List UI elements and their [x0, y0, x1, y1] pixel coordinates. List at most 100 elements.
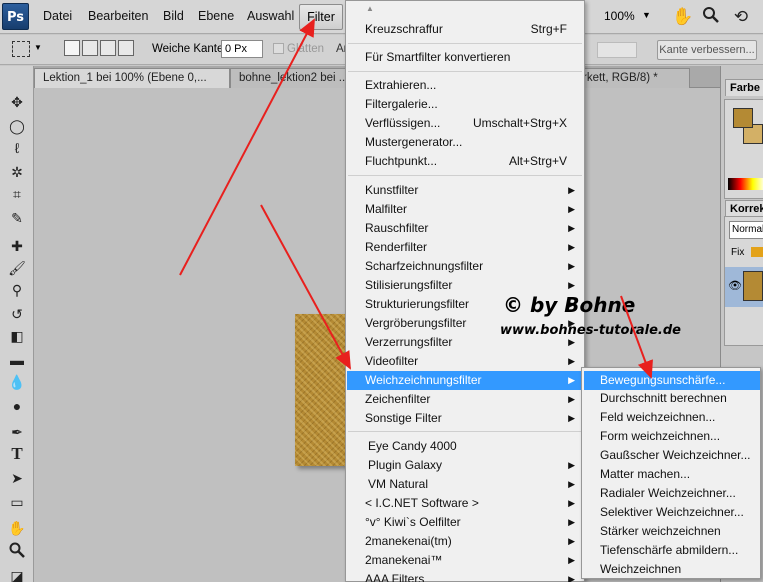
smooth-checkbox[interactable] [273, 43, 284, 54]
menu-item-renderfilter[interactable]: Renderfilter ▶ [347, 238, 583, 257]
subtract-selection-icon[interactable] [100, 40, 116, 56]
color-spectrum[interactable] [728, 178, 763, 190]
stamp-icon[interactable]: ⚲ [6, 280, 28, 300]
marquee-tool-icon[interactable]: ◯ [6, 116, 28, 136]
menu-item-kiwis-oelfilter[interactable]: °v° Kiwi`s Oelfilter ▶ [347, 513, 583, 532]
menu-filter[interactable]: Filter [299, 4, 343, 30]
blur-tool-icon[interactable]: 💧 [6, 372, 28, 392]
menu-item-plugin-galaxy[interactable]: Plugin Galaxy ▶ [347, 456, 583, 475]
submenu-item-gaussscher-weichzeichner[interactable]: Gaußscher Weichzeichner... [584, 446, 760, 465]
menu-item-label: Fluchtpunkt... [365, 154, 438, 168]
submenu-item-durchschnitt[interactable]: Durchschnitt berechnen [584, 389, 760, 408]
menu-item-2manekenai-tm[interactable]: 2manekenai(tm) ▶ [347, 532, 583, 551]
rotate-icon[interactable]: ⟲ [730, 6, 752, 28]
brush-icon[interactable]: 🖌 [6, 258, 28, 278]
menu-item-mustergenerator[interactable]: Mustergenerator... [347, 133, 583, 152]
menu-bearbeiten[interactable]: Bearbeiten [88, 9, 148, 23]
hand-tool-icon[interactable]: ✋ [6, 518, 28, 538]
layers-panel: Normal Fix 👁 [724, 216, 763, 346]
feather-input[interactable] [221, 40, 263, 58]
menu-item-label: Zeichenfilter [365, 392, 431, 406]
hand-icon[interactable]: ✋ [672, 6, 694, 28]
submenu-arrow-icon: ▶ [568, 204, 575, 214]
layer-row[interactable]: 👁 [725, 267, 763, 307]
menu-ebene[interactable]: Ebene [198, 9, 234, 23]
submenu-item-staerker-weichzeichnen[interactable]: Stärker weichzeichnen [584, 522, 760, 541]
submenu-item-weichzeichnen[interactable]: Weichzeichnen [584, 560, 760, 579]
menu-item-label: Plugin Galaxy [368, 458, 443, 472]
intersect-selection-icon[interactable] [118, 40, 134, 56]
submenu-item-bewegungsunschaerfe[interactable]: Bewegungsunschärfe... [584, 371, 760, 390]
menu-item-extrahieren[interactable]: Extrahieren... [347, 76, 583, 95]
tab-bohne-lektion2[interactable]: bohne_lektion2 bei ... [230, 68, 350, 88]
menu-item-verfluessigen[interactable]: Verflüssigen... Umschalt+Strg+X [347, 114, 583, 133]
history-brush-icon[interactable]: ↺ [6, 304, 28, 324]
menu-item-weichzeichnungsfilter[interactable]: Weichzeichnungsfilter ▶ [347, 371, 583, 390]
tab-lektion-1[interactable]: Lektion_1 bei 100% (Ebene 0,... [34, 68, 230, 88]
height-field[interactable] [597, 42, 637, 58]
scroll-up-icon[interactable]: ▲ [366, 4, 374, 13]
submenu-arrow-icon: ▶ [568, 375, 575, 385]
gradient-icon[interactable]: ▬ [6, 350, 28, 370]
tab-parkett[interactable]: rkett, RGB/8) * [570, 68, 690, 88]
menu-item-eye-candy[interactable]: Eye Candy 4000 [347, 437, 583, 456]
add-selection-icon[interactable] [82, 40, 98, 56]
submenu-arrow-icon: ▶ [568, 536, 575, 546]
refine-edge-button[interactable]: Kante verbessern... [657, 40, 757, 60]
menu-item-videofilter[interactable]: Videofilter ▶ [347, 352, 583, 371]
tab-farbe[interactable]: Farbe [725, 79, 763, 96]
move-icon[interactable]: ✥ [6, 92, 28, 112]
chevron-down-icon[interactable]: ▼ [642, 10, 651, 20]
zoom-icon[interactable] [700, 6, 722, 28]
menu-datei[interactable]: Datei [43, 9, 72, 23]
chevron-down-icon[interactable]: ▼ [34, 43, 42, 52]
new-selection-icon[interactable] [64, 40, 80, 56]
shape-icon[interactable]: ▭ [6, 492, 28, 512]
pen-icon[interactable]: ✒ [6, 422, 28, 442]
eraser-icon[interactable]: ◧ [6, 326, 28, 346]
menu-item-aaa-filters[interactable]: AAA Filters ▶ [347, 570, 583, 582]
submenu-item-tiefenschaerfe[interactable]: Tiefenschärfe abmildern... [584, 541, 760, 560]
menu-item-smartfilter[interactable]: Für Smartfilter konvertieren [347, 48, 583, 67]
crop-icon[interactable]: ⌗ [6, 184, 28, 204]
menu-item-malfilter[interactable]: Malfilter ▶ [347, 200, 583, 219]
menu-item-vm-natural[interactable]: VM Natural ▶ [347, 475, 583, 494]
foreground-color-icon[interactable]: ◪ [6, 566, 28, 582]
marquee-icon[interactable] [12, 41, 30, 57]
menu-item-label: Stilisierungsfilter [365, 278, 453, 292]
dodge-icon[interactable]: ● [6, 396, 28, 416]
menu-item-zeichenfilter[interactable]: Zeichenfilter ▶ [347, 390, 583, 409]
menu-item-2manekenai-trademark[interactable]: 2manekenai™ ▶ [347, 551, 583, 570]
menu-item-rauschfilter[interactable]: Rauschfilter ▶ [347, 219, 583, 238]
lock-icon[interactable] [751, 247, 763, 257]
menu-item-shortcut: Umschalt+Strg+X [472, 116, 567, 130]
submenu-item-feld-weichzeichnen[interactable]: Feld weichzeichnen... [584, 408, 760, 427]
eyedropper-icon[interactable]: ✎ [6, 208, 28, 228]
menu-item-fluchtpunkt[interactable]: Fluchtpunkt... Alt+Strg+V [347, 152, 583, 171]
healing-icon[interactable]: ✚ [6, 236, 28, 256]
magic-wand-icon[interactable]: ✲ [6, 162, 28, 182]
menu-item-kunstfilter[interactable]: Kunstfilter ▶ [347, 181, 583, 200]
type-icon[interactable]: T [6, 444, 28, 464]
zoom-level[interactable]: 100% [604, 9, 635, 23]
menu-item-kreuzschraffur[interactable]: Kreuzschraffur Strg+F [347, 20, 583, 39]
lasso-icon[interactable]: ℓ [6, 138, 28, 158]
submenu-item-form-weichzeichnen[interactable]: Form weichzeichnen... [584, 427, 760, 446]
submenu-item-radialer-weichzeichner[interactable]: Radialer Weichzeichner... [584, 484, 760, 503]
menu-auswahl[interactable]: Auswahl [247, 9, 294, 23]
blend-mode-select[interactable]: Normal [729, 221, 763, 239]
menu-item-label: Verzerrungsfilter [365, 335, 453, 349]
zoom-tool-icon[interactable] [6, 542, 28, 562]
menu-item-filtergalerie[interactable]: Filtergalerie... [347, 95, 583, 114]
menu-bild[interactable]: Bild [163, 9, 184, 23]
menu-item-scharfzeichnungsfilter[interactable]: Scharfzeichnungsfilter ▶ [347, 257, 583, 276]
submenu-item-selektiver-weichzeichner[interactable]: Selektiver Weichzeichner... [584, 503, 760, 522]
submenu-item-matter-machen[interactable]: Matter machen... [584, 465, 760, 484]
eye-icon[interactable]: 👁 [728, 279, 742, 292]
menu-item-label: Kunstfilter [365, 183, 419, 197]
path-select-icon[interactable]: ➤ [6, 468, 28, 488]
menu-item-icnet-software[interactable]: < I.C.NET Software > ▶ [347, 494, 583, 513]
foreground-color-swatch[interactable] [733, 108, 753, 128]
submenu-arrow-icon: ▶ [568, 356, 575, 366]
menu-item-sonstige-filter[interactable]: Sonstige Filter ▶ [347, 409, 583, 428]
